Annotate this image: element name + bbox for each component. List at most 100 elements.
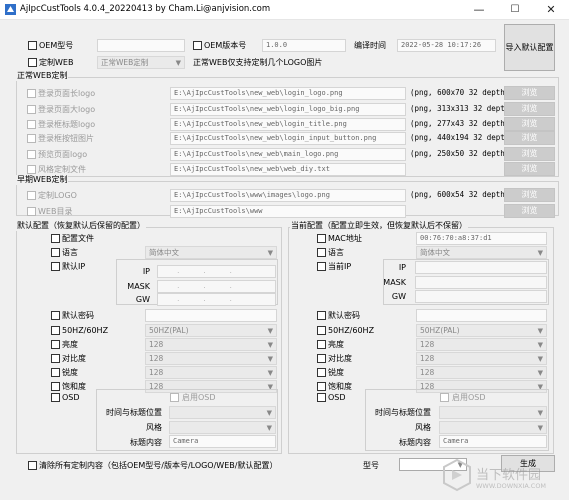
default-brightness-select[interactable]: 128 ▼ [145, 338, 277, 351]
browse-button[interactable]: 浏览 [504, 204, 555, 218]
web-file-checkbox[interactable] [27, 120, 36, 129]
web-file-path-input[interactable]: E:\AjIpcCustTools\new_web\web_diy.txt [170, 163, 406, 176]
default-saturation-checkbox[interactable] [51, 382, 60, 391]
default-language-select[interactable]: 简体中文 ▼ [145, 246, 277, 259]
current-contrast-checkbox[interactable] [317, 354, 326, 363]
osd-label: OSD [62, 393, 80, 402]
web-file-spec: (png, 313x313 32 depth) [410, 104, 514, 113]
default-sharpness-checkbox[interactable] [51, 368, 60, 377]
web-file-path-input[interactable]: E:\AjIpcCustTools\new_web\login_logo_big… [170, 103, 406, 116]
current-enable-osd-checkbox[interactable] [440, 393, 449, 402]
oem-model-input[interactable] [97, 39, 185, 52]
web-file-checkbox[interactable] [27, 134, 36, 143]
custom-web-select[interactable]: 正常WEB定制 ▼ [97, 56, 185, 69]
current-style-label: 风格 [415, 423, 431, 432]
browse-button[interactable]: 浏览 [504, 162, 555, 176]
default-ip-checkbox[interactable] [51, 262, 60, 271]
current-osd-style-select[interactable]: ▼ [439, 421, 547, 434]
web-file-label: 登录页面长logo [38, 89, 96, 98]
current-brightness-checkbox[interactable] [317, 340, 326, 349]
browse-button[interactable]: 浏览 [504, 131, 555, 145]
default-config-file-checkbox[interactable] [51, 234, 60, 243]
early-web-checkbox[interactable] [27, 207, 36, 216]
current-ip-input[interactable] [415, 261, 547, 274]
oem-version-input[interactable]: 1.0.0 [262, 39, 346, 52]
default-ip-input[interactable]: ... [157, 265, 276, 278]
early-web-checkbox[interactable] [27, 191, 36, 200]
default-mask-input[interactable]: ... [157, 280, 276, 293]
default-password-checkbox[interactable] [51, 311, 60, 320]
current-ip-checkbox[interactable] [317, 262, 326, 271]
default-language-checkbox[interactable] [51, 248, 60, 257]
web-file-checkbox[interactable] [27, 105, 36, 114]
default-osd-style-select[interactable]: ▼ [169, 421, 276, 434]
web-file-checkbox[interactable] [27, 165, 36, 174]
current-gw-input[interactable] [415, 290, 547, 303]
default-brightness-checkbox[interactable] [51, 340, 60, 349]
default-sharpness-label: 锐度 [62, 368, 78, 377]
chevron-down-icon: ▼ [267, 327, 273, 335]
current-saturation-checkbox[interactable] [317, 382, 326, 391]
early-web-path-input[interactable]: E:\AjIpcCustTools\www [170, 205, 406, 218]
oem-version-checkbox[interactable] [193, 41, 202, 50]
current-password-input[interactable] [416, 309, 547, 322]
current-osd-checkbox[interactable] [317, 393, 326, 402]
maximize-button[interactable]: ☐ [497, 0, 533, 20]
default-osd-position-select[interactable]: ▼ [169, 406, 276, 419]
current-video-standard-select[interactable]: 50HZ(PAL) ▼ [416, 324, 547, 337]
default-video-standard-checkbox[interactable] [51, 326, 60, 335]
default-title-content-input[interactable]: Camera [169, 435, 276, 448]
web-file-checkbox[interactable] [27, 150, 36, 159]
default-language-value: 简体中文 [149, 248, 179, 257]
custom-web-label: 定制WEB [39, 58, 74, 67]
default-contrast-select[interactable]: 128 ▼ [145, 352, 277, 365]
chevron-down-icon: ▼ [267, 355, 273, 363]
current-mask-input[interactable] [415, 276, 547, 289]
browse-button[interactable]: 浏览 [504, 102, 555, 116]
default-gw-input[interactable]: ... [157, 293, 276, 306]
custom-web-select-value: 正常WEB定制 [101, 58, 149, 67]
import-default-config-button[interactable]: 导入默认配置 [504, 24, 555, 71]
current-gw-label: GW [391, 292, 406, 301]
default-sharpness-select[interactable]: 128 ▼ [145, 366, 277, 379]
custom-web-checkbox[interactable] [28, 58, 37, 67]
default-mask-label: MASK [127, 282, 150, 291]
current-title-content-input[interactable]: Camera [439, 435, 547, 448]
close-button[interactable]: ✕ [533, 0, 569, 20]
web-file-path-input[interactable]: E:\AjIpcCustTools\new_web\main_logo.png [170, 148, 406, 161]
browse-button[interactable]: 浏览 [504, 117, 555, 131]
default-contrast-checkbox[interactable] [51, 354, 60, 363]
web-file-path-input[interactable]: E:\AjIpcCustTools\new_web\login_title.pn… [170, 118, 406, 131]
default-enable-osd-checkbox[interactable] [170, 393, 179, 402]
minimize-button[interactable]: — [461, 0, 497, 20]
web-file-path-input[interactable]: E:\AjIpcCustTools\new_web\login_logo.png [170, 87, 406, 100]
browse-button[interactable]: 浏览 [504, 147, 555, 161]
current-brightness-select[interactable]: 128 ▼ [416, 338, 547, 351]
mac-input[interactable]: 00:76:70:a8:37:d1 [416, 232, 547, 245]
current-mask-label: MASK [383, 278, 406, 287]
current-language-select[interactable]: 简体中文 ▼ [416, 246, 547, 259]
default-password-input[interactable] [145, 309, 277, 322]
early-web-path-input[interactable]: E:\AjIpcCustTools\www\images\logo.png [170, 189, 406, 202]
oem-model-checkbox[interactable] [28, 41, 37, 50]
chevron-down-icon: ▼ [267, 341, 273, 349]
current-language-checkbox[interactable] [317, 248, 326, 257]
current-sharpness-select[interactable]: 128 ▼ [416, 366, 547, 379]
compile-time-input[interactable]: 2022-05-28 10:17:26 [397, 39, 496, 52]
chevron-down-icon: ▼ [537, 424, 543, 432]
default-saturation-label: 饱和度 [62, 382, 86, 391]
browse-button[interactable]: 浏览 [504, 86, 555, 100]
current-password-checkbox[interactable] [317, 311, 326, 320]
current-video-standard-checkbox[interactable] [317, 326, 326, 335]
web-file-path-input[interactable]: E:\AjIpcCustTools\new_web\login_input_bu… [170, 132, 406, 145]
current-contrast-select[interactable]: 128 ▼ [416, 352, 547, 365]
browse-button[interactable]: 浏览 [504, 188, 555, 202]
clear-all-checkbox[interactable] [28, 461, 37, 470]
default-osd-checkbox[interactable] [51, 393, 60, 402]
mac-checkbox[interactable] [317, 234, 326, 243]
current-sharpness-checkbox[interactable] [317, 368, 326, 377]
default-video-standard-select[interactable]: 50HZ(PAL) ▼ [145, 324, 277, 337]
default-brightness-value: 128 [149, 340, 164, 349]
current-osd-position-select[interactable]: ▼ [439, 406, 547, 419]
web-file-checkbox[interactable] [27, 89, 36, 98]
